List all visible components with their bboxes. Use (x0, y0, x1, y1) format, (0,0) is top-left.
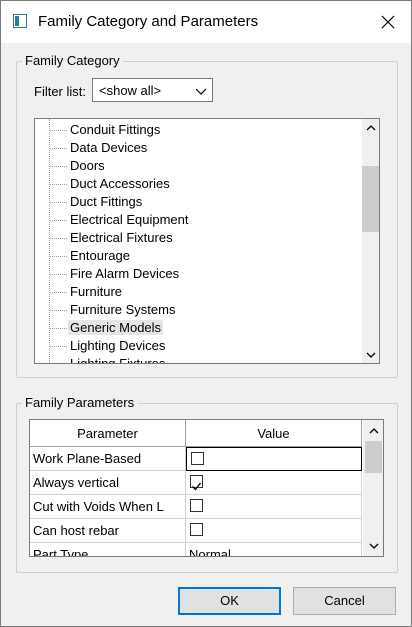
tree-item[interactable]: Furniture Systems (35, 301, 355, 319)
tree-item[interactable]: Electrical Fixtures (35, 229, 355, 247)
title-bar: Family Category and Parameters (1, 1, 411, 43)
parameter-checkbox[interactable] (190, 475, 203, 491)
value-column-header[interactable]: Value (186, 420, 362, 447)
parameter-value-cell[interactable] (186, 519, 362, 543)
tree-item-label: Doors (70, 158, 105, 173)
close-button[interactable] (365, 1, 411, 43)
close-icon (381, 15, 395, 29)
checkmark-icon (192, 482, 202, 491)
chevron-up-icon (369, 427, 378, 433)
tree-connector (49, 256, 67, 257)
parameter-name-cell[interactable]: Work Plane-Based (30, 447, 186, 471)
tree-item-label: Fire Alarm Devices (70, 266, 180, 281)
category-scroll-thumb[interactable] (362, 166, 379, 232)
tree-item-label: Duct Accessories (70, 176, 170, 191)
tree-item-label: Entourage (70, 248, 130, 263)
parameters-scrollbar[interactable] (363, 420, 383, 556)
chevron-down-icon (369, 543, 378, 549)
cancel-button[interactable]: Cancel (293, 587, 396, 615)
tree-item-label: Electrical Equipment (70, 212, 189, 227)
tree-item-label: Lighting Fixtures (70, 356, 166, 364)
family-category-label: Family Category (22, 53, 123, 68)
tree-connector (49, 166, 67, 167)
ok-button[interactable]: OK (178, 587, 281, 615)
chevron-down-icon (366, 352, 375, 358)
scroll-up-arrow[interactable] (365, 422, 382, 439)
tree-connector (49, 238, 67, 239)
tree-item-label: Furniture (70, 284, 123, 299)
tree-item-label: Generic Models (68, 320, 164, 335)
parameter-name-cell[interactable]: Cut with Voids When L (30, 495, 186, 519)
scroll-up-arrow[interactable] (362, 119, 379, 136)
tree-connector (49, 274, 67, 275)
tree-item[interactable]: Duct Fittings (35, 193, 355, 211)
tree-connector (49, 220, 67, 221)
parameter-value-cell[interactable] (186, 447, 362, 471)
tree-connector (49, 310, 67, 311)
parameter-name-cell[interactable]: Always vertical (30, 471, 186, 495)
parameter-checkbox[interactable] (190, 523, 203, 536)
app-icon (13, 14, 27, 28)
family-parameters-label: Family Parameters (22, 395, 138, 410)
filter-list-dropdown[interactable]: <show all> (92, 78, 213, 102)
tree-connector (49, 292, 67, 293)
scroll-down-arrow[interactable] (365, 537, 382, 554)
tree-item[interactable]: Lighting Fixtures (35, 355, 355, 364)
tree-connector (49, 148, 67, 149)
tree-item-label: Electrical Fixtures (70, 230, 173, 245)
parameter-checkbox[interactable] (191, 452, 204, 465)
tree-item[interactable]: Doors (35, 157, 355, 175)
filter-list-label: Filter list: (34, 84, 86, 99)
parameter-value-cell[interactable] (186, 471, 362, 495)
category-tree[interactable]: Conduit Fittings Data Devices Doors Duct Ac… (34, 118, 380, 364)
tree-item[interactable]: Conduit Fittings (35, 121, 355, 139)
filter-list-value: <show all> (99, 83, 162, 98)
tree-connector (49, 202, 67, 203)
scroll-down-arrow[interactable] (362, 346, 379, 363)
tree-item-label: Furniture Systems (70, 302, 176, 317)
parameters-scroll-thumb[interactable] (365, 441, 382, 473)
parameter-value-cell[interactable] (186, 495, 362, 519)
tree-item[interactable]: Fire Alarm Devices (35, 265, 355, 283)
parameter-name-cell[interactable]: Can host rebar (30, 519, 186, 543)
dialog-window: Family Category and Parameters Family Ca… (0, 0, 412, 627)
parameters-grid: Parameter Value Work Plane-Based Always v… (29, 419, 384, 557)
parameter-column-header[interactable]: Parameter (30, 420, 186, 447)
tree-item[interactable]: Furniture (35, 283, 355, 301)
tree-connector (49, 346, 67, 347)
tree-item[interactable]: Data Devices (35, 139, 355, 157)
tree-item-label: Data Devices (70, 140, 148, 155)
window-title: Family Category and Parameters (38, 13, 259, 30)
parameter-name-cell[interactable]: Part Type (30, 543, 186, 556)
tree-item[interactable]: Lighting Devices (35, 337, 355, 355)
parameter-value-text: Normal (189, 547, 231, 557)
tree-connector (49, 328, 67, 329)
tree-item[interactable]: Generic Models (35, 319, 355, 337)
tree-item-label: Lighting Devices (70, 338, 166, 353)
parameter-value-cell[interactable]: Normal (186, 543, 362, 557)
tree-item[interactable]: Entourage (35, 247, 355, 265)
category-scrollbar[interactable] (362, 119, 379, 363)
chevron-down-icon (195, 85, 207, 100)
tree-item[interactable]: Duct Accessories (35, 175, 355, 193)
chevron-up-icon (366, 124, 375, 130)
tree-connector (49, 184, 67, 185)
tree-item-label: Conduit Fittings (70, 122, 161, 137)
tree-item-label: Duct Fittings (70, 194, 143, 209)
parameter-checkbox[interactable] (190, 499, 203, 512)
tree-item[interactable]: Electrical Equipment (35, 211, 355, 229)
tree-connector (49, 130, 67, 131)
